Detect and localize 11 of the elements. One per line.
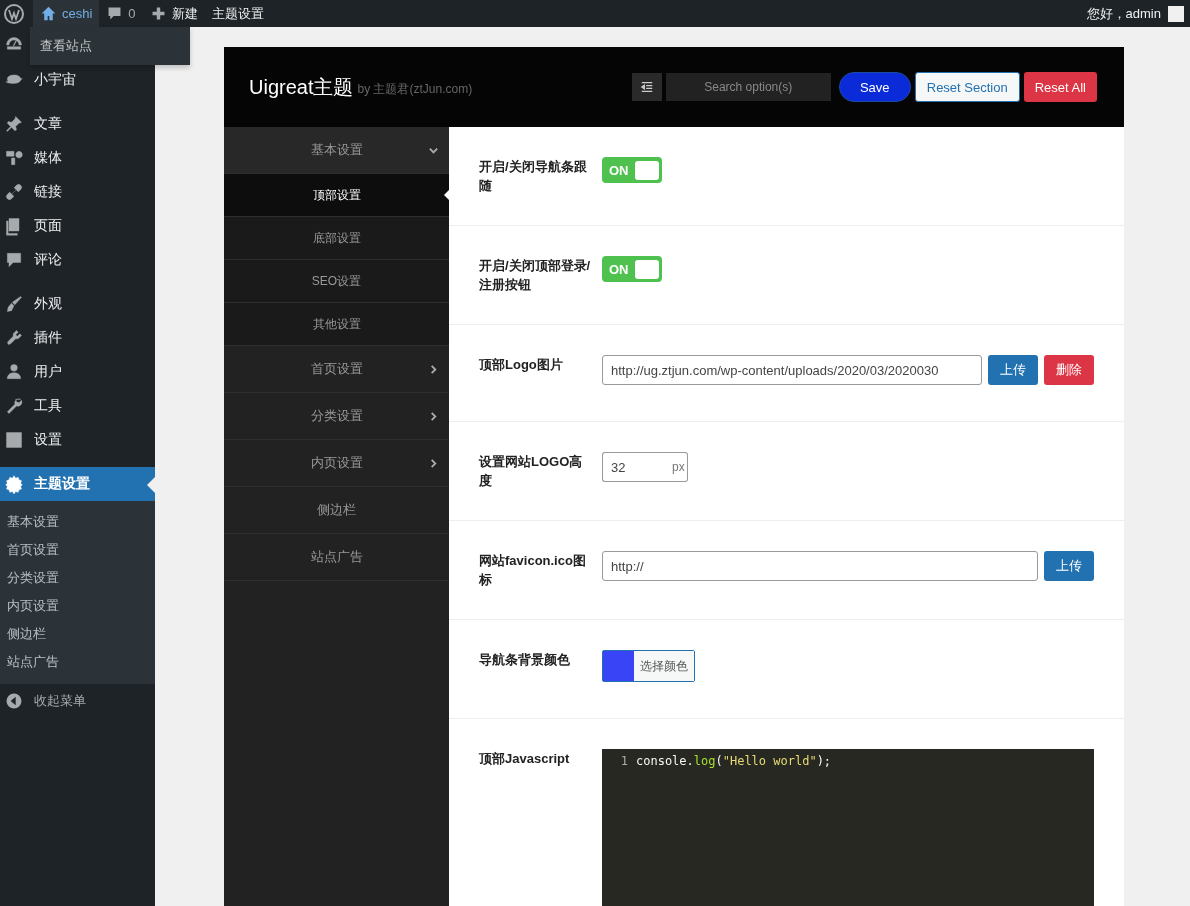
- code-line: console.log("Hello world");: [636, 754, 832, 768]
- field-label: 开启/关闭导航条跟随: [479, 158, 588, 195]
- field-label: 网站favicon.ico图标: [479, 552, 587, 589]
- field-label: 开启/关闭顶部登录/注册按钮: [479, 257, 592, 294]
- field-label: 顶部Javascript: [479, 750, 571, 768]
- panel-title: Uigreat主题: [249, 74, 354, 100]
- line-number: 1: [619, 754, 628, 768]
- field-label: 导航条背景颜色: [479, 651, 571, 669]
- field-label: 顶部Logo图片: [479, 356, 564, 374]
- field-label: 设置网站LOGO高度: [479, 453, 584, 490]
- panel-byline: by 主题君(ztJun.com): [357, 80, 473, 98]
